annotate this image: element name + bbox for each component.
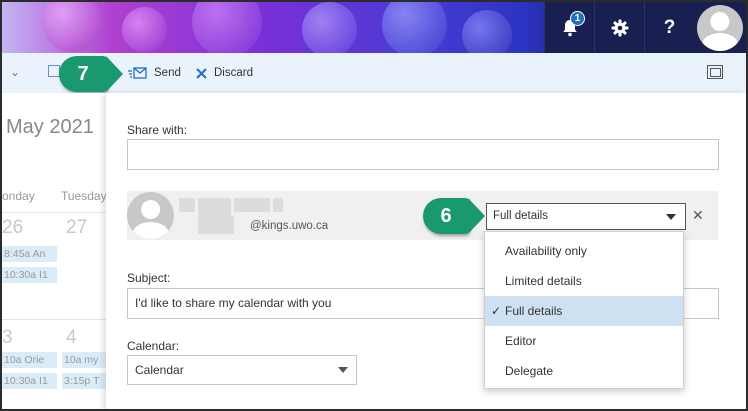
help-button[interactable]: ? [644,2,694,53]
divider [2,212,106,213]
option-label: Full details [505,304,563,318]
person-avatar [127,192,174,239]
date-number: 27 [66,217,88,238]
date-number: 3 [2,327,13,348]
gear-icon [611,19,628,36]
subject-label: Subject: [127,271,171,285]
redacted-email [198,216,234,234]
day-header: onday [2,189,35,203]
calendar-event[interactable]: 10:30a I1 [2,373,57,389]
date-number: 4 [66,327,77,348]
callout-step-7: 7 [59,56,123,92]
calendar-background: May 2021 onday Tuesday 26 27 8:45a An 10… [2,93,106,409]
calendar-event[interactable]: 3:15p T [62,373,106,389]
month-title: May 2021 [6,116,94,138]
decor-bubble [302,2,357,53]
option-label: Delegate [505,364,554,378]
discard-button[interactable]: Discard [196,67,253,79]
compose-toolbar: ⌄ Send Discard 7 [2,53,746,93]
option-label: Limited details [505,274,582,288]
permission-option-availability[interactable]: Availability only [485,236,683,266]
notification-count-badge: 1 [570,11,585,26]
permission-option-full[interactable]: ✓ Full details [485,296,683,326]
header-bar: 1 ? [2,2,746,53]
chevron-down-icon[interactable]: ⌄ [10,65,20,79]
option-label: Editor [505,334,537,348]
close-icon [196,67,207,79]
redacted-name [198,198,231,216]
callout-step-6: 6 [423,198,485,234]
share-calendar-panel: Share with: @kings.uwo.ca Full details ✕… [106,93,746,409]
send-button[interactable]: Send [128,67,181,79]
calendar-label: Calendar: [127,339,180,353]
send-label: Send [154,67,181,79]
decor-bubble [382,2,447,53]
calendar-event[interactable]: 10a Orie [2,352,57,368]
caret-down-icon [666,214,676,220]
discard-label: Discard [214,67,253,79]
checkmark-icon: ✓ [491,304,502,318]
calendar-event[interactable]: 10:30a I1 [2,267,57,283]
decor-bubble [42,2,102,52]
header-actions: 1 ? [544,2,746,53]
calendar-event[interactable]: 8:45a An [2,246,57,262]
help-icon: ? [663,16,676,38]
calendar-select-value: Calendar [135,363,184,377]
permission-select[interactable]: Full details [486,203,686,230]
person-email: @kings.uwo.ca [250,220,329,232]
permission-option-editor[interactable]: Editor [485,326,683,356]
permission-selected-value: Full details [493,210,548,222]
option-label: Availability only [505,244,587,258]
avatar [697,4,743,51]
share-with-label: Share with: [127,123,188,137]
remove-person-icon[interactable]: ✕ [692,207,704,224]
decor-bubble [122,7,167,52]
decor-bubble [192,2,262,53]
divider [2,319,106,320]
calendar-event[interactable]: 10a my [62,352,106,368]
app-frame: 1 ? ⌄ Send Discard 7 May 2021 onday Tues… [0,0,748,411]
settings-button[interactable] [594,2,644,53]
redacted-name [234,198,270,212]
send-icon [128,67,147,79]
account-button[interactable] [694,2,746,53]
permission-option-delegate[interactable]: Delegate [485,356,683,386]
caret-down-icon [338,367,348,373]
redacted-name [179,198,195,212]
calendar-select[interactable]: Calendar [127,355,357,385]
permission-dropdown: Availability only Limited details ✓ Full … [484,231,684,389]
popout-icon[interactable] [707,65,723,79]
redacted-name [273,198,283,212]
date-number: 26 [2,217,24,238]
decor-bubble [462,10,512,53]
share-with-input[interactable] [127,139,719,170]
notifications-button[interactable]: 1 [544,2,594,53]
permission-option-limited[interactable]: Limited details [485,266,683,296]
day-header: Tuesday [61,189,106,203]
